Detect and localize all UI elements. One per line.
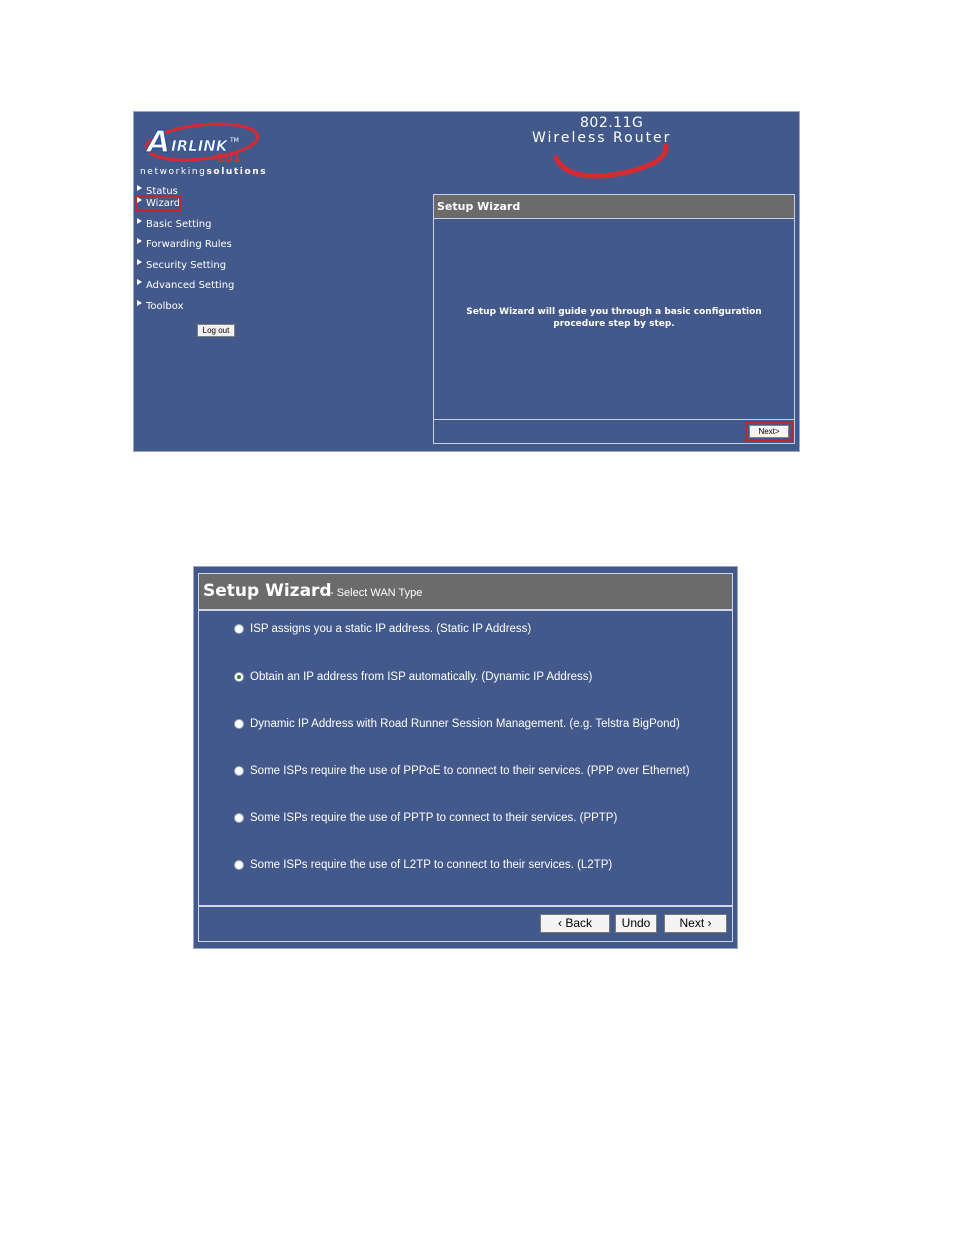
next-highlight-box: [745, 421, 793, 441]
airlink-logo: A IRLINK TM 101: [144, 122, 260, 165]
wan-option-road-runner[interactable]: Dynamic IP Address with Road Runner Sess…: [234, 718, 680, 730]
arrow-right-icon: [137, 185, 142, 191]
brand-tagline: networkingsolutions: [140, 167, 268, 177]
wizard-highlight-box: [135, 195, 181, 212]
setup-wizard-subtitle: - Select WAN Type: [330, 587, 423, 599]
nav-item-advanced-setting[interactable]: Advanced Setting: [137, 279, 234, 291]
setup-wizard-panel: Setup Wizard Setup Wizard will guide you…: [433, 194, 795, 444]
radio-button[interactable]: [234, 624, 244, 634]
arrow-right-icon: [137, 259, 142, 265]
logout-button[interactable]: Log out: [197, 324, 235, 337]
wan-option-pptp[interactable]: Some ISPs require the use of PPTP to con…: [234, 812, 617, 824]
setup-wizard-title: Setup Wizard: [434, 195, 794, 219]
svg-text:A: A: [145, 125, 170, 160]
nav-item-toolbox[interactable]: Toolbox: [137, 300, 184, 312]
wan-option-pppoe[interactable]: Some ISPs require the use of PPPoE to co…: [234, 765, 690, 777]
wan-option-dynamic-ip[interactable]: Obtain an IP address from ISP automatica…: [234, 671, 592, 683]
divider: [434, 419, 794, 420]
panel-header: Setup Wizard - Select WAN Type: [199, 574, 732, 611]
svg-text:TM: TM: [229, 137, 239, 144]
wan-option-static-ip[interactable]: ISP assigns you a static IP address. (St…: [234, 623, 531, 635]
back-button[interactable]: ‹ Back: [540, 914, 610, 933]
setup-wizard-description: Setup Wizard will guide you through a ba…: [466, 307, 762, 329]
wan-type-screenshot: Setup Wizard - Select WAN Type ISP assig…: [193, 566, 738, 949]
radio-button[interactable]: [234, 860, 244, 870]
next-button[interactable]: Next ›: [664, 914, 727, 933]
radio-button[interactable]: [234, 813, 244, 823]
undo-button[interactable]: Undo: [615, 914, 657, 933]
router-home-screenshot: A IRLINK TM 101 networkingsolutions 802.…: [133, 111, 800, 452]
radio-button[interactable]: [234, 719, 244, 729]
setup-wizard-title: Setup Wizard: [203, 581, 332, 601]
arrow-right-icon: [137, 279, 142, 285]
divider: [199, 905, 732, 907]
radio-button[interactable]: [234, 766, 244, 776]
radio-button-selected[interactable]: [234, 672, 244, 682]
select-wan-type-panel: Setup Wizard - Select WAN Type ISP assig…: [198, 573, 733, 942]
nav-item-forwarding-rules[interactable]: Forwarding Rules: [137, 238, 232, 250]
nav-item-basic-setting[interactable]: Basic Setting: [137, 218, 211, 230]
svg-text:101: 101: [216, 151, 241, 165]
nav-item-security-setting[interactable]: Security Setting: [137, 259, 226, 271]
product-name: Wireless Router: [532, 130, 672, 146]
arrow-right-icon: [137, 300, 142, 306]
arrow-right-icon: [137, 238, 142, 244]
product-model: 802.11G: [580, 115, 644, 131]
wan-option-l2tp[interactable]: Some ISPs require the use of L2TP to con…: [234, 859, 612, 871]
arrow-right-icon: [137, 218, 142, 224]
